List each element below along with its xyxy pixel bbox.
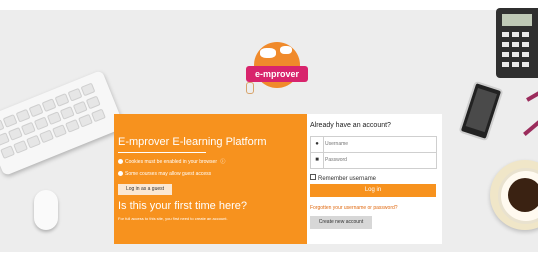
help-icon[interactable]: ⓘ bbox=[220, 159, 225, 165]
tag-icon bbox=[246, 82, 254, 94]
top-frame bbox=[0, 0, 538, 10]
guest-login-button[interactable]: Log in as a guest bbox=[118, 184, 172, 195]
bottom-frame bbox=[0, 252, 538, 262]
first-time-description: For full access to this site, you first … bbox=[118, 216, 228, 221]
cookies-note: Cookies must be enabled in your browser … bbox=[118, 158, 225, 165]
info-icon bbox=[118, 159, 123, 164]
guest-note-text: Some courses may allow guest access bbox=[125, 171, 212, 177]
cookies-note-text: Cookies must be enabled in your browser bbox=[125, 159, 217, 165]
login-button[interactable]: Log in bbox=[310, 184, 436, 197]
password-input[interactable] bbox=[325, 155, 433, 165]
first-time-heading: Is this your first time here? bbox=[118, 200, 247, 212]
create-account-button[interactable]: Create new account bbox=[310, 216, 372, 229]
remember-checkbox[interactable] bbox=[310, 174, 316, 180]
calculator-decoration bbox=[496, 8, 538, 78]
info-panel bbox=[114, 114, 307, 244]
remember-label: Remember username bbox=[318, 176, 377, 182]
username-input[interactable] bbox=[325, 139, 433, 149]
lock-icon: ■ bbox=[311, 153, 324, 168]
platform-title: E-mprover E-learning Platform bbox=[118, 136, 267, 148]
info-icon bbox=[118, 171, 123, 176]
coffee-decoration bbox=[508, 178, 538, 212]
username-field[interactable]: ● bbox=[310, 136, 437, 153]
title-divider bbox=[118, 152, 206, 153]
password-field[interactable]: ■ bbox=[310, 152, 437, 169]
forgot-password-link[interactable]: Forgotten your username or password? bbox=[310, 205, 398, 211]
guest-note: Some courses may allow guest access bbox=[118, 171, 211, 177]
brand-logo: e-mprover bbox=[244, 42, 308, 102]
user-icon: ● bbox=[311, 137, 324, 152]
remember-username[interactable]: Remember username bbox=[310, 174, 376, 182]
logo-text: e-mprover bbox=[246, 66, 308, 82]
mouse-decoration bbox=[34, 190, 58, 230]
login-heading: Already have an account? bbox=[310, 122, 391, 129]
